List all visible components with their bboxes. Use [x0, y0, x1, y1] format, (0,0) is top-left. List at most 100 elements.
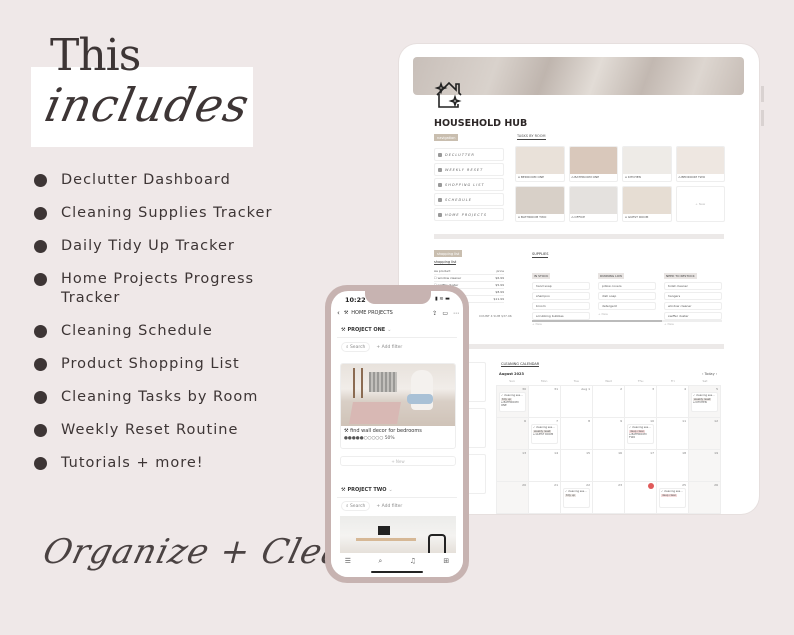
project-one-header[interactable]: ⚒ PROJECT ONE ⌄: [341, 327, 391, 333]
calendar-day[interactable]: 31: [529, 386, 561, 418]
calendar-day[interactable]: [625, 482, 657, 514]
supply-card[interactable]: hangers: [664, 292, 722, 300]
calendar-day[interactable]: 21: [529, 482, 561, 514]
calendar-event[interactable]: ✓ cleaning ses... deep clean: [659, 488, 686, 508]
calendar-day[interactable]: 9: [593, 418, 625, 450]
shopping-row[interactable]: ☐ window cleaner $6.99: [434, 275, 504, 282]
tab-cleaning-calendar[interactable]: CLEANING CALENDAR: [501, 362, 540, 367]
room-card[interactable]: ⌂ BATHROOM ONE: [568, 146, 618, 182]
supply-card[interactable]: toilet cleaner: [664, 282, 722, 290]
tab-tasks-by-room[interactable]: TASKS BY ROOM: [517, 134, 546, 140]
new-room-button[interactable]: + New: [675, 186, 725, 222]
search-icon[interactable]: ⌕: [378, 557, 382, 566]
room-card[interactable]: ⌂ BEDROOM ONE: [515, 146, 565, 182]
event-room: ⌂ BATHROOM TWO: [629, 433, 647, 439]
calendar-day[interactable]: 30 ✓ cleaning ses... tidy up ⌂ BATHROOM ONE: [497, 386, 529, 418]
room-card[interactable]: ⌂ OFFICE: [568, 186, 618, 222]
calendar-day[interactable]: 23: [593, 482, 625, 514]
calendar-day[interactable]: 26: [689, 482, 721, 514]
back-icon[interactable]: ‹: [337, 309, 340, 317]
calendar-day[interactable]: 12: [689, 418, 721, 450]
hammer-icon: ⚒: [343, 310, 349, 316]
list-icon[interactable]: ☰: [345, 557, 351, 565]
calendar-day[interactable]: 14: [529, 450, 561, 482]
calendar-day[interactable]: 20: [497, 482, 529, 514]
calendar-day[interactable]: 2: [593, 386, 625, 418]
nav-item-schedule[interactable]: SCHEDULE: [434, 193, 504, 206]
nav-item-declutter[interactable]: DECLUTTER: [434, 148, 504, 161]
new-supply-button[interactable]: + New: [532, 322, 590, 326]
calendar-day[interactable]: 6: [497, 418, 529, 450]
calendar-day[interactable]: 4: [657, 386, 689, 418]
share-icon[interactable]: ⇪: [432, 310, 437, 317]
calendar-event[interactable]: ✓ cleaning ses... tidy up: [563, 488, 590, 508]
comment-icon[interactable]: ▭: [442, 310, 448, 317]
room-card[interactable]: ⌂ BATHROOM TWO: [515, 186, 565, 222]
tab-shopping-list[interactable]: shopping list: [434, 260, 457, 265]
tab-supplies[interactable]: SUPPLIES: [532, 252, 549, 258]
room-card[interactable]: ⌂ GUEST ROOM: [622, 186, 672, 222]
bullet-icon: [34, 457, 47, 470]
supply-card[interactable]: shampoo: [532, 292, 590, 300]
day-number: 9: [620, 419, 622, 423]
new-button[interactable]: + New: [340, 456, 456, 466]
search-button[interactable]: ⌕ Search: [341, 342, 371, 352]
calendar-today-button[interactable]: ‹ Today ›: [702, 372, 717, 376]
project-two-header[interactable]: ⚒ PROJECT TWO ⌄: [341, 487, 393, 493]
feature-label: Product Shopping List: [61, 356, 240, 372]
hammer-icon: ⚒: [341, 327, 346, 333]
supply-card[interactable]: detergent: [598, 302, 656, 310]
room-label: ⌂ BEDROOM ONE: [518, 175, 544, 179]
nav-item-weekly-reset[interactable]: WEEKLY RESET: [434, 163, 504, 176]
calendar-day[interactable]: 10 ✓ cleaning ses... deep clean ⌂ BATHROOM …: [625, 418, 657, 450]
calendar-day[interactable]: 5 ✓ cleaning ses... weekly reset ⌂ KITCHEN: [689, 386, 721, 418]
project-card[interactable]: ⚒ find wall decor for bedrooms ●●●●●○○○○…: [340, 363, 456, 449]
calendar-day[interactable]: 13: [497, 450, 529, 482]
nav-item-home-projects[interactable]: HOME PROJECTS: [434, 208, 504, 221]
room-card[interactable]: ⌂ KITCHEN: [622, 146, 672, 182]
supply-card[interactable]: broom: [532, 302, 590, 310]
bell-icon[interactable]: ♫: [410, 557, 416, 565]
calendar-day[interactable]: 17: [625, 450, 657, 482]
search-button[interactable]: ⌕ Search: [341, 501, 371, 511]
event-room: ⌂ KITCHEN: [693, 401, 707, 404]
calendar-day[interactable]: 11: [657, 418, 689, 450]
calendar-event[interactable]: ✓ cleaning ses... tidy up ⌂ BATHROOM ONE: [499, 392, 526, 412]
calendar-event[interactable]: ✓ cleaning ses... weekly reset ⌂ KITCHEN: [691, 392, 718, 412]
room-card[interactable]: ⌂ BEDROOM TWO: [675, 146, 725, 182]
supply-column: NEED TO RESTOCK toilet cleaner hangers wind…: [664, 262, 722, 326]
calendar-day[interactable]: 3: [625, 386, 657, 418]
supply-card[interactable]: window cleaner: [664, 302, 722, 310]
calendar-day[interactable]: 18: [657, 450, 689, 482]
project-two-card-image[interactable]: [340, 516, 456, 556]
calendar-event[interactable]: ✓ cleaning ses... deep clean ⌂ BATHROOM TW…: [627, 424, 654, 444]
supply-card[interactable]: swiffer duster: [664, 312, 722, 320]
calendar-day[interactable]: 22 ✓ cleaning ses... tidy up: [561, 482, 593, 514]
calendar-day[interactable]: 16: [593, 450, 625, 482]
chevron-down-icon: ⌄: [388, 487, 393, 493]
supply-card[interactable]: pillow covers: [598, 282, 656, 290]
nav-item-shopping-list[interactable]: SHOPPING LIST: [434, 178, 504, 191]
horizontal-scrollbar[interactable]: [532, 320, 722, 322]
supply-card[interactable]: scrubbing bubbles: [532, 312, 590, 320]
supply-card[interactable]: dish soap: [598, 292, 656, 300]
calendar-day[interactable]: 8: [561, 418, 593, 450]
add-filter-button[interactable]: + Add filter: [376, 504, 402, 509]
search-label: Search: [349, 345, 366, 350]
calendar-day[interactable]: Aug 1: [561, 386, 593, 418]
compose-icon[interactable]: ⊞: [443, 557, 449, 565]
supply-card[interactable]: hand soap: [532, 282, 590, 290]
more-icon[interactable]: ⋯: [453, 310, 459, 317]
calendar-day[interactable]: 19: [689, 450, 721, 482]
calendar-day[interactable]: 25 ✓ cleaning ses... deep clean: [657, 482, 689, 514]
new-supply-button[interactable]: + New: [664, 322, 722, 326]
day-number: 15: [586, 451, 590, 455]
add-filter-button[interactable]: + Add filter: [376, 345, 402, 350]
calendar-day[interactable]: 7 ✓ cleaning ses... weekly reset ⌂ GUEST RO…: [529, 418, 561, 450]
nav-label: SCHEDULE: [445, 197, 472, 202]
chevron-down-icon: ⌄: [387, 327, 392, 333]
new-supply-button[interactable]: + New: [598, 312, 656, 316]
calendar-day[interactable]: 15: [561, 450, 593, 482]
calendar-event[interactable]: ✓ cleaning ses... weekly reset ⌂ GUEST ROO…: [531, 424, 558, 444]
event-tag: tidy up: [565, 494, 577, 497]
